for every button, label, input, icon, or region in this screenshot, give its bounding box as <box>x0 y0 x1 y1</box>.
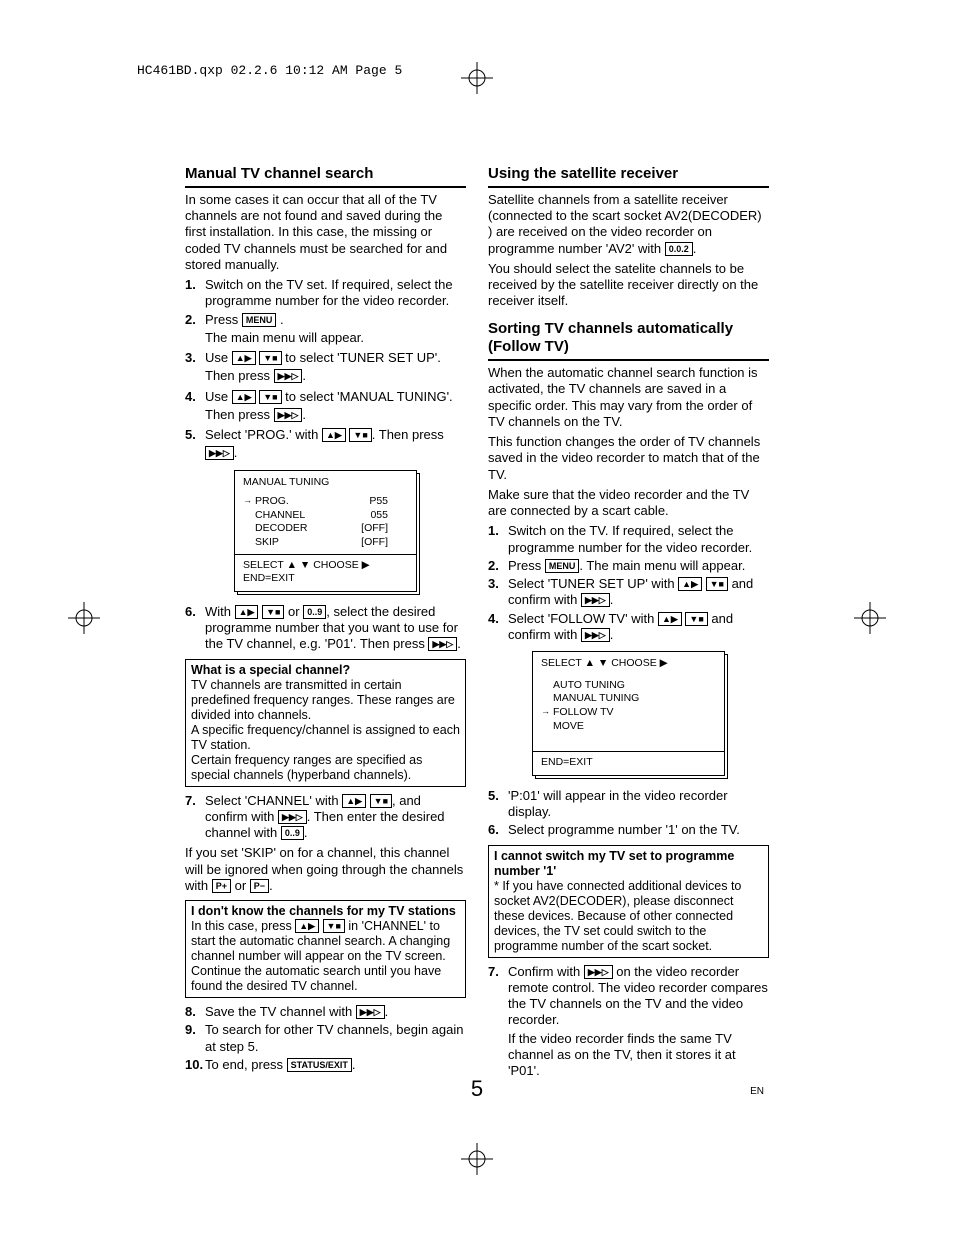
page-number: 5 <box>0 1076 954 1102</box>
heading-follow-tv: Sorting TV channels automatically (Follo… <box>488 320 769 362</box>
play-ffwd-key-icon: ▶▶▷ <box>278 810 307 824</box>
step-8: 8.Save the TV channel with ▶▶▷. <box>185 1004 466 1020</box>
note-cannot-switch: I cannot switch my TV set to programme n… <box>488 845 769 958</box>
step-3: 3. Use ▲▶ ▼■ to select 'TUNER SET UP'. T… <box>185 350 466 385</box>
play-ffwd-key-icon: ▶▶▷ <box>584 965 613 979</box>
up-play-key-icon: ▲▶ <box>235 605 259 619</box>
up-play-key-icon: ▲▶ <box>342 794 366 808</box>
step-4: 4. Use ▲▶ ▼■ to select 'MANUAL TUNING'. … <box>185 389 466 424</box>
digits-key-icon: 0.0.2 <box>665 242 693 256</box>
up-play-key-icon: ▲▶ <box>678 577 702 591</box>
osd-manual-tuning: MANUAL TUNING PROG.P55 CHANNEL055 DECODE… <box>234 470 417 592</box>
step-9: 9.To search for other TV channels, begin… <box>185 1022 466 1055</box>
right-column: Using the satellite receiver Satellite c… <box>488 165 769 1083</box>
osd-follow-tv: SELECT ▲ ▼ CHOOSE ▶ AUTO TUNING MANUAL T… <box>532 651 725 776</box>
ft-step-7: 7. Confirm with ▶▶▷ on the video recorde… <box>488 964 769 1080</box>
sat-p2: You should select the satelite channels … <box>488 261 769 310</box>
note-unknown-channels: I don't know the channels for my TV stat… <box>185 900 466 998</box>
note-special-channel: What is a special channel? TV channels a… <box>185 659 466 787</box>
play-ffwd-key-icon: ▶▶▷ <box>581 593 610 607</box>
ft-step-6: 6.Select programme number '1' on the TV. <box>488 822 769 838</box>
p-minus-key-icon: P− <box>250 879 269 893</box>
print-header: HC461BD.qxp 02.2.6 10:12 AM Page 5 <box>137 63 402 78</box>
down-stop-key-icon: ▼■ <box>262 605 284 619</box>
content-area: Manual TV channel search In some cases i… <box>185 165 770 1083</box>
step-7: 7. Select 'CHANNEL' with ▲▶ ▼■, and conf… <box>185 793 466 842</box>
play-ffwd-key-icon: ▶▶▷ <box>205 446 234 460</box>
menu-key-icon: MENU <box>242 313 277 327</box>
play-ffwd-key-icon: ▶▶▷ <box>428 637 457 651</box>
ft-step-5: 5.'P:01' will appear in the video record… <box>488 788 769 821</box>
down-stop-key-icon: ▼■ <box>259 351 281 365</box>
up-play-key-icon: ▲▶ <box>658 612 682 626</box>
p-plus-key-icon: P+ <box>212 879 231 893</box>
left-column: Manual TV channel search In some cases i… <box>185 165 466 1083</box>
play-ffwd-key-icon: ▶▶▷ <box>274 369 303 383</box>
ft-step-2: 2.Press MENU. The main menu will appear. <box>488 558 769 574</box>
digits-key-icon: 0..9 <box>281 826 304 840</box>
intro-paragraph: In some cases it can occur that all of t… <box>185 192 466 273</box>
ft-p2: This function changes the order of TV ch… <box>488 434 769 483</box>
registration-mark-icon <box>60 598 100 638</box>
up-play-key-icon: ▲▶ <box>232 351 256 365</box>
step-1: 1.Switch on the TV set. If required, sel… <box>185 277 466 310</box>
ft-step-3: 3.Select 'TUNER SET UP' with ▲▶ ▼■ and c… <box>488 576 769 609</box>
down-stop-key-icon: ▼■ <box>706 577 728 591</box>
step-2: 2. Press MENU . The main menu will appea… <box>185 312 466 347</box>
status-exit-key-icon: STATUS/EXIT <box>287 1058 352 1072</box>
play-ffwd-key-icon: ▶▶▷ <box>274 408 303 422</box>
ft-p3: Make sure that the video recorder and th… <box>488 487 769 520</box>
up-play-key-icon: ▲▶ <box>232 390 256 404</box>
ft-step-1: 1.Switch on the TV. If required, select … <box>488 523 769 556</box>
step-5: 5. Select 'PROG.' with ▲▶ ▼■. Then press <box>185 427 466 443</box>
registration-mark-icon <box>457 1143 497 1183</box>
ft-p1: When the automatic channel search functi… <box>488 365 769 430</box>
step-6: 6. With ▲▶ ▼■ or 0..9, select the desire… <box>185 604 466 653</box>
heading-satellite: Using the satellite receiver <box>488 165 769 188</box>
step-10: 10.To end, press STATUS/EXIT. <box>185 1057 466 1073</box>
down-stop-key-icon: ▼■ <box>259 390 281 404</box>
down-stop-key-icon: ▼■ <box>323 919 345 933</box>
sat-p1: Satellite channels from a satellite rece… <box>488 192 769 257</box>
up-play-key-icon: ▲▶ <box>322 428 346 442</box>
registration-mark-icon <box>457 54 497 94</box>
document-page: HC461BD.qxp 02.2.6 10:12 AM Page 5 Manua… <box>0 0 954 1235</box>
digits-key-icon: 0..9 <box>303 605 326 619</box>
play-ffwd-key-icon: ▶▶▷ <box>581 628 610 642</box>
language-code: EN <box>750 1086 764 1097</box>
menu-key-icon: MENU <box>545 559 580 573</box>
down-stop-key-icon: ▼■ <box>349 428 371 442</box>
up-play-key-icon: ▲▶ <box>295 919 319 933</box>
skip-note: If you set 'SKIP' on for a channel, this… <box>185 845 466 894</box>
play-ffwd-key-icon: ▶▶▷ <box>356 1005 385 1019</box>
ft-step-4: 4.Select 'FOLLOW TV' with ▲▶ ▼■ and conf… <box>488 611 769 644</box>
down-stop-key-icon: ▼■ <box>370 794 392 808</box>
down-stop-key-icon: ▼■ <box>685 612 707 626</box>
heading-manual-search: Manual TV channel search <box>185 165 466 188</box>
registration-mark-icon <box>854 598 894 638</box>
